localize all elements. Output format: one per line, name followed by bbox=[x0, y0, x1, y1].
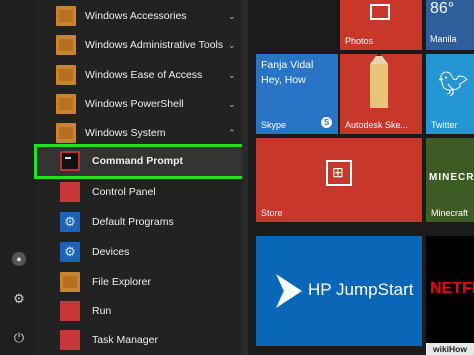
chevron-down-icon: ⌄ bbox=[228, 69, 236, 80]
tile-twitter[interactable]: 🐦︎ Twitter bbox=[426, 54, 474, 134]
tile-label: Minecraft bbox=[431, 208, 469, 218]
folder-windows-administrative-tools[interactable]: Windows Administrative Tools ⌄ bbox=[38, 31, 248, 59]
tile-label: Twitter bbox=[431, 120, 458, 130]
folder-windows-ease-of-access[interactable]: Windows Ease of Access ⌄ bbox=[38, 61, 248, 89]
chevron-down-icon: ⌄ bbox=[228, 10, 236, 21]
app-task-manager[interactable]: Task Manager bbox=[38, 326, 248, 354]
tile-label: Photos bbox=[345, 36, 374, 46]
tile-autodesk-sketchbook[interactable]: Autodesk Ske... bbox=[340, 54, 422, 134]
tile-netflix[interactable]: NETFL bbox=[426, 236, 474, 346]
hp-logo-icon bbox=[276, 274, 302, 308]
folder-icon bbox=[56, 123, 76, 143]
tiles-area: Photos 86° Manila Fanja Vidal Hey, How S… bbox=[248, 0, 474, 355]
app-label: Run bbox=[92, 305, 112, 317]
gear-icon: ⚙ bbox=[60, 212, 80, 232]
tile-store[interactable]: Store bbox=[256, 138, 422, 222]
run-icon bbox=[60, 301, 80, 321]
user-icon: ● bbox=[12, 252, 26, 266]
app-default-programs[interactable]: ⚙ Default Programs bbox=[38, 208, 248, 236]
file-explorer-icon bbox=[60, 272, 80, 292]
app-label: Windows Ease of Access bbox=[85, 69, 203, 81]
app-label: Control Panel bbox=[92, 186, 156, 198]
photos-icon bbox=[370, 4, 390, 20]
twitter-icon: 🐦︎ bbox=[438, 71, 469, 98]
tile-weather[interactable]: 86° Manila bbox=[426, 0, 474, 50]
tile-minecraft[interactable]: MINECR Minecraft bbox=[426, 138, 474, 222]
folder-windows-accessories[interactable]: Windows Accessories ⌄ bbox=[38, 2, 248, 30]
task-manager-icon bbox=[60, 330, 80, 350]
start-left-rail: ● ⚙ ⏻ bbox=[0, 0, 38, 355]
app-file-explorer[interactable]: File Explorer bbox=[38, 268, 248, 296]
app-label: Windows Accessories bbox=[85, 10, 187, 22]
app-label: Task Manager bbox=[92, 334, 158, 346]
pencil-icon bbox=[370, 54, 388, 108]
folder-icon bbox=[56, 35, 76, 55]
folder-windows-powershell[interactable]: Windows PowerShell ⌄ bbox=[38, 90, 248, 118]
control-panel-icon bbox=[60, 182, 80, 202]
folder-icon bbox=[56, 6, 76, 26]
gear-icon: ⚙ bbox=[60, 242, 80, 262]
tile-label: Store bbox=[261, 208, 283, 218]
app-label: Devices bbox=[92, 246, 130, 258]
app-label: Default Programs bbox=[92, 216, 174, 228]
app-label: Windows Administrative Tools bbox=[85, 39, 224, 51]
folder-icon bbox=[56, 65, 76, 85]
netflix-logo: NETFL bbox=[430, 280, 474, 297]
app-run[interactable]: Run bbox=[38, 297, 248, 325]
power-button[interactable]: ⏻ bbox=[8, 327, 30, 349]
app-label: Windows PowerShell bbox=[85, 98, 184, 110]
app-label: File Explorer bbox=[92, 276, 151, 288]
app-command-prompt[interactable]: Command Prompt bbox=[38, 147, 248, 175]
skype-icon: S bbox=[321, 117, 332, 128]
app-list: Windows Accessories ⌄ Windows Administra… bbox=[34, 0, 258, 355]
power-icon: ⏻ bbox=[13, 330, 25, 345]
tile-label: HP JumpStart bbox=[308, 280, 414, 299]
chevron-down-icon: ⌄ bbox=[228, 39, 236, 50]
app-label: Command Prompt bbox=[92, 155, 184, 167]
app-control-panel[interactable]: Control Panel bbox=[38, 178, 248, 206]
gear-icon: ⚙ bbox=[13, 291, 25, 306]
weather-city: Manila bbox=[430, 34, 457, 44]
user-account-button[interactable]: ● bbox=[8, 248, 30, 270]
skype-message: Hey, How bbox=[261, 74, 306, 86]
tile-skype[interactable]: Fanja Vidal Hey, How Skype S bbox=[256, 54, 338, 134]
weather-temperature: 86° bbox=[430, 0, 455, 17]
command-prompt-icon bbox=[60, 151, 80, 171]
chevron-up-icon: ⌃ bbox=[228, 127, 236, 138]
tile-hp-jumpstart[interactable]: HP JumpStart bbox=[256, 236, 422, 346]
folder-icon bbox=[56, 94, 76, 114]
folder-windows-system[interactable]: Windows System ⌃ bbox=[38, 119, 248, 147]
tile-label: Skype bbox=[261, 120, 287, 130]
minecraft-logo: MINECR bbox=[429, 172, 474, 183]
chevron-down-icon: ⌄ bbox=[228, 98, 236, 109]
settings-button[interactable]: ⚙ bbox=[8, 288, 30, 310]
app-devices[interactable]: ⚙ Devices bbox=[38, 238, 248, 266]
skype-contact-name: Fanja Vidal bbox=[261, 59, 314, 71]
store-icon bbox=[326, 160, 352, 186]
app-label: Windows System bbox=[85, 127, 166, 139]
tile-label: Autodesk Ske... bbox=[345, 120, 409, 130]
tile-photos[interactable]: Photos bbox=[340, 0, 422, 50]
watermark: wikiHow bbox=[426, 343, 474, 355]
